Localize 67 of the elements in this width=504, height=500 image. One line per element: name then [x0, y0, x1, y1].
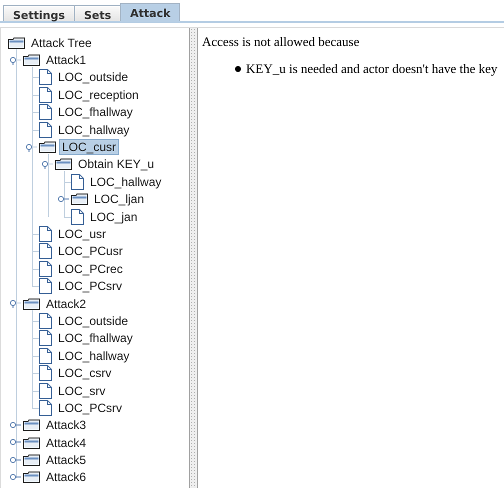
document-icon: [39, 260, 52, 277]
collapsed-handle-icon[interactable]: [57, 194, 69, 204]
expanded-handle-icon[interactable]: [9, 56, 21, 65]
collapsed-handle-icon[interactable]: [9, 438, 21, 448]
tree-node-label[interactable]: LOC_ljan: [91, 191, 148, 208]
folder-icon: [8, 36, 25, 49]
details-heading: Access is not allowed because: [202, 34, 360, 50]
collapsed-handle-icon[interactable]: [9, 456, 21, 465]
tree-node-label[interactable]: LOC_outside: [55, 69, 132, 86]
tree-node-label[interactable]: LOC_fhallway: [55, 104, 136, 120]
tree-node-label[interactable]: LOC_hallway: [55, 348, 132, 364]
folder-icon: [23, 54, 40, 66]
folder-icon: [23, 436, 40, 449]
document-icon: [39, 104, 52, 120]
document-icon: [39, 86, 52, 103]
document-icon: [39, 243, 52, 260]
tree-node-label[interactable]: LOC_usr: [55, 226, 110, 242]
tab[interactable]: Attack: [120, 3, 180, 21]
tree-node-label[interactable]: LOC_jan: [87, 208, 140, 225]
folder-icon: [23, 298, 40, 310]
tab[interactable]: Sets: [74, 5, 122, 21]
document-icon: [39, 312, 52, 329]
tree-node-label[interactable]: LOC_PCsrv: [55, 400, 126, 416]
tree-node-label[interactable]: LOC_fhallway: [55, 330, 136, 346]
document-icon: [39, 226, 52, 242]
folder-icon: [23, 419, 40, 432]
tree-node-label[interactable]: LOC_PCusr: [55, 243, 126, 260]
bullet-icon: [235, 66, 241, 72]
document-icon: [39, 365, 52, 382]
document-icon: [39, 348, 52, 364]
tree-node-label[interactable]: Attack2: [43, 296, 90, 312]
document-icon: [39, 69, 52, 86]
document-icon: [39, 330, 52, 346]
document-icon: [71, 208, 84, 225]
tree-node-label[interactable]: LOC_PCrec: [55, 260, 126, 277]
expanded-handle-icon[interactable]: [41, 160, 53, 169]
tree-node-label[interactable]: LOC_hallway: [55, 122, 132, 138]
reason-text: KEY_u is needed and actor doesn't have the key: [246, 61, 498, 77]
tree-node-label[interactable]: Attack3: [43, 417, 90, 434]
document-icon: [71, 174, 84, 190]
tree-node-label[interactable]: Attack5: [43, 452, 90, 468]
document-icon: [39, 400, 52, 416]
tree-node-label[interactable]: LOC_cusr: [59, 139, 120, 156]
tree-node-label[interactable]: Obtain KEY_u: [75, 156, 158, 172]
tree-node-label[interactable]: Attack6: [43, 469, 90, 486]
expanded-handle-icon[interactable]: [25, 142, 37, 152]
folder-icon: [39, 141, 56, 154]
collapsed-handle-icon[interactable]: [9, 420, 21, 430]
tree-node-label[interactable]: LOC_outside: [55, 312, 132, 329]
folder-icon: [55, 158, 72, 170]
tree-node-label[interactable]: Attack Tree: [28, 34, 95, 51]
folder-icon: [23, 454, 40, 466]
document-icon: [39, 278, 52, 294]
folder-icon: [23, 471, 40, 484]
tree-node-label[interactable]: LOC_reception: [55, 86, 142, 103]
tree-node-label[interactable]: Attack4: [43, 434, 90, 451]
folder-icon: [71, 193, 88, 206]
tree-node-label[interactable]: LOC_hallway: [87, 174, 164, 190]
document-icon: [39, 382, 52, 398]
expanded-handle-icon[interactable]: [9, 299, 21, 308]
tree-node-label[interactable]: LOC_srv: [55, 382, 108, 398]
document-icon: [39, 122, 52, 138]
collapsed-handle-icon[interactable]: [9, 472, 21, 482]
tab[interactable]: Settings: [3, 5, 75, 21]
tree-node-label[interactable]: LOC_PCsrv: [55, 278, 126, 294]
tree-node-label[interactable]: Attack1: [43, 52, 90, 68]
tree-node-label[interactable]: LOC_csrv: [55, 365, 114, 382]
